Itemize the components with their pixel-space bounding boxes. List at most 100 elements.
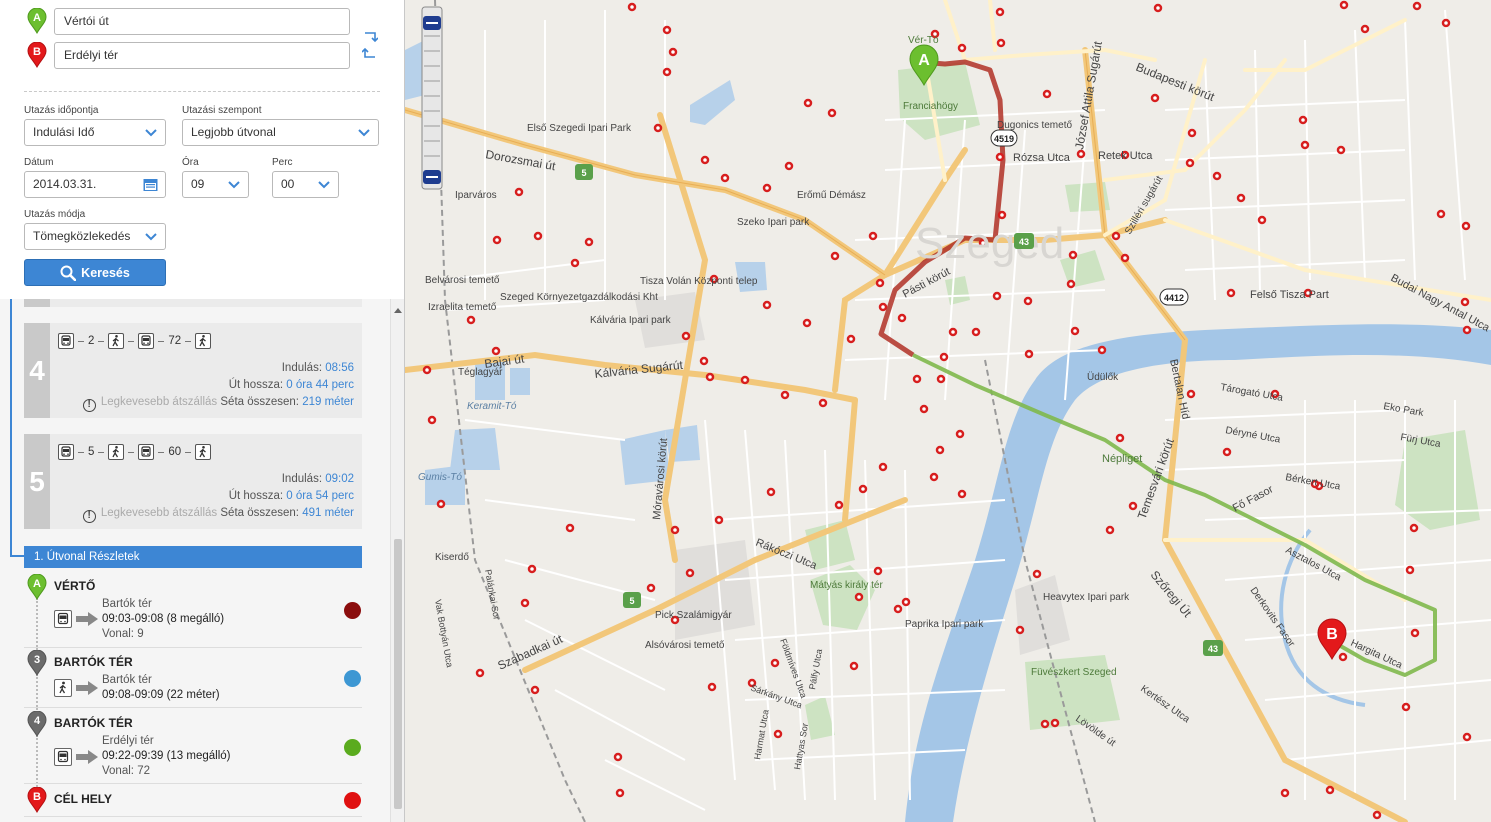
arrow-right-icon xyxy=(76,681,98,695)
place-label: Izraelita temető xyxy=(428,302,497,313)
place-label: Pick Szalámigyár xyxy=(655,610,732,621)
street-label: Déryné Utca xyxy=(1224,425,1281,446)
park-areas xyxy=(805,62,1480,740)
mode-select[interactable]: Tömegközlekedés xyxy=(24,223,166,250)
svg-text:43: 43 xyxy=(1019,237,1029,247)
map-start-marker-icon[interactable]: A xyxy=(908,44,940,89)
bus-icon xyxy=(54,610,72,628)
hour-select[interactable]: 09 xyxy=(182,171,249,198)
to-input[interactable]: Erdélyi tér xyxy=(54,42,350,69)
walk-icon xyxy=(108,333,125,349)
line-color-dot xyxy=(344,792,361,809)
street-label: Kertész Utca xyxy=(1138,683,1192,725)
street-label: Bertalan Híd xyxy=(1167,358,1191,420)
route-number: 4 xyxy=(24,323,50,418)
calendar-icon[interactable] xyxy=(143,178,158,192)
info-icon: ! xyxy=(82,510,96,523)
street-label: Fő Fasor xyxy=(1231,483,1276,514)
street-label: József Attila Sugárút xyxy=(1072,40,1105,151)
divider xyxy=(24,816,362,817)
place-label: Kiserdő xyxy=(435,552,469,563)
tree-connector xyxy=(10,555,25,557)
route-legs: 2 72 xyxy=(58,333,212,349)
transfer-marker-icon: 4 xyxy=(27,711,47,737)
walk-icon xyxy=(195,444,212,460)
tree-connector xyxy=(10,299,12,557)
stop-name: CÉL HELY xyxy=(54,792,113,806)
svg-text:B: B xyxy=(1326,626,1338,643)
walk-icon xyxy=(195,333,212,349)
transfer-row: ! Legkevesebb átszállás Séta összesen: 4… xyxy=(58,507,354,523)
stop-name: BARTÓK TÉR xyxy=(54,716,133,730)
route-number: 5 xyxy=(24,434,50,529)
step-time: 09:08-09:09 (22 méter) xyxy=(102,689,220,701)
city-label: Szeged xyxy=(915,219,1064,268)
place-label: Iparváros xyxy=(455,190,497,201)
line-color-dot xyxy=(344,602,361,619)
place-label: Szeged Környezetgazdálkodási Kht xyxy=(500,292,658,303)
divider xyxy=(24,647,362,648)
hour-label: Óra xyxy=(182,157,199,168)
duration-row: Út hossza: 0 óra 44 perc xyxy=(228,379,354,391)
minute-select[interactable]: 00 xyxy=(272,171,339,198)
departure-time: 09:02 xyxy=(325,473,354,485)
svg-text:4: 4 xyxy=(34,715,41,727)
line-color-dot xyxy=(344,670,361,687)
street-label: Pásti körút xyxy=(901,266,953,301)
place-label: Kálvária Ipari park xyxy=(590,315,672,326)
mode-label: Utazás módja xyxy=(24,209,86,220)
step-time: 09:22-09:39 (13 megálló) xyxy=(102,750,231,762)
street-label: Rózsa Utca xyxy=(1013,152,1071,164)
scrollbar-thumb[interactable] xyxy=(394,539,402,809)
place-label: Téglagyár xyxy=(458,367,503,378)
time-type-select[interactable]: Indulási Idő xyxy=(24,119,166,146)
swap-direction-icon[interactable] xyxy=(361,31,379,59)
search-button[interactable]: Keresés xyxy=(24,259,166,286)
bus-icon xyxy=(58,333,74,349)
bus-icon xyxy=(138,444,155,460)
walk-icon xyxy=(108,444,125,460)
route-details-header[interactable]: 1. Útvonal Részletek xyxy=(24,546,362,568)
step-connector xyxy=(36,735,38,787)
street-label: Retek Utca xyxy=(1098,150,1153,162)
street-label: Felső Tisza Part xyxy=(1250,289,1329,301)
time-type-label: Utazás időpontja xyxy=(24,105,99,116)
map-destination-marker-icon[interactable]: B xyxy=(1316,618,1348,663)
street-label: Bérkert Utca xyxy=(1284,472,1341,493)
criteria-select[interactable]: Legjobb útvonal xyxy=(182,119,379,146)
from-input[interactable]: Vértói út xyxy=(54,8,350,35)
route-option-4[interactable]: 4 2 72 Indulás: 08:56 Út hossza: 0 óra 4… xyxy=(24,323,362,418)
step-destination: Erdélyi tér xyxy=(102,735,154,747)
results-scrollbar[interactable] xyxy=(390,299,404,822)
map-canvas[interactable]: Szeged Dorozsmai út Bajai út Kálvária Su… xyxy=(405,0,1491,822)
bus-icon xyxy=(54,748,72,766)
street-label: Kálvária Sugárút xyxy=(594,358,684,381)
previous-result-card[interactable] xyxy=(24,299,362,307)
place-label: Üdülők xyxy=(1087,371,1119,383)
duration: 0 óra 54 perc xyxy=(286,490,354,502)
walk-total: 219 méter xyxy=(302,396,354,408)
walk-total: 491 méter xyxy=(302,507,354,519)
duration-row: Út hossza: 0 óra 54 perc xyxy=(228,490,354,502)
scroll-up-icon[interactable] xyxy=(394,307,402,313)
step-connector xyxy=(36,598,38,650)
map-view[interactable]: Szeged Dorozsmai út Bajai út Kálvária Su… xyxy=(405,0,1491,822)
river xyxy=(905,324,1491,822)
place-label: Dugonics temető xyxy=(997,120,1072,131)
svg-text:4412: 4412 xyxy=(1164,293,1184,303)
route-planner-panel: A Vértói út B Erdélyi tér Utazás időpont… xyxy=(0,0,405,822)
hour-value: 09 xyxy=(191,177,205,191)
lake-label: Keramit-Tó xyxy=(467,401,517,412)
zoom-slider[interactable] xyxy=(421,6,443,190)
place-label: Szeko Ipari park xyxy=(737,217,810,228)
stop-name: BARTÓK TÉR xyxy=(54,655,133,669)
duration: 0 óra 44 perc xyxy=(286,379,354,391)
date-input[interactable]: 2014.03.31. xyxy=(24,171,166,198)
svg-text:4519: 4519 xyxy=(994,134,1014,144)
route-option-5[interactable]: 5 5 60 Indulás: 09:02 Út hossza: 0 óra 5… xyxy=(24,434,362,529)
departure-row: Indulás: 08:56 xyxy=(281,362,354,374)
chevron-down-icon xyxy=(358,129,370,137)
svg-text:A: A xyxy=(33,578,41,590)
place-label: Füvészkert Szeged xyxy=(1031,667,1117,678)
arrow-right-icon xyxy=(76,612,98,626)
